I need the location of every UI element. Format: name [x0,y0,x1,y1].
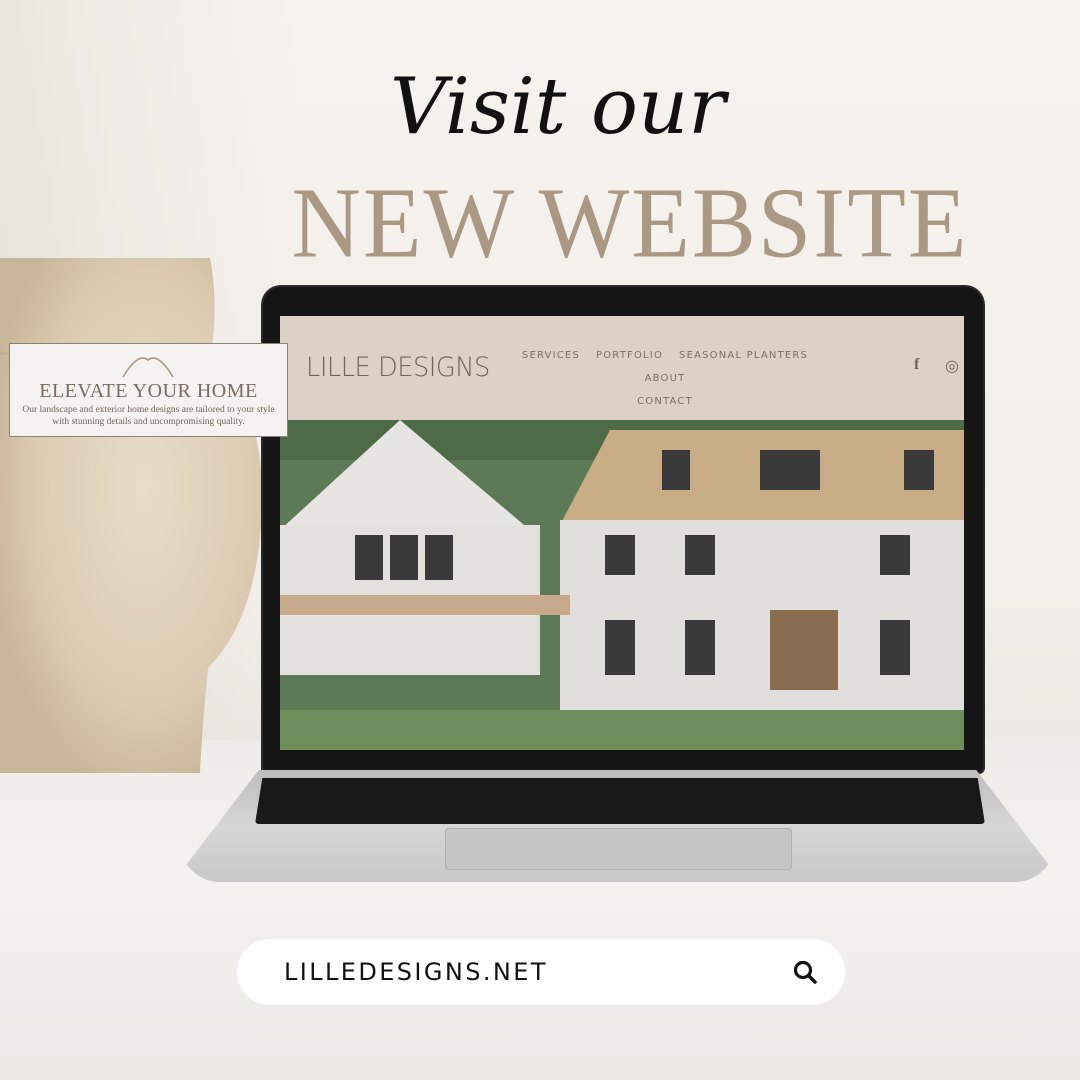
nav-portfolio[interactable]: PORTFOLIO [596,350,663,361]
laurel-icon [122,357,174,378]
laptop-trackpad [445,828,792,870]
website-screen: LILLE DESIGNS SERVICES PORTFOLIO SEASONA… [280,316,964,750]
nav-seasonal-planters[interactable]: SEASONAL PLANTERS [679,350,808,361]
hero-card-title: ELEVATE YOUR HOME [39,380,258,402]
url-search-bar[interactable]: LILLEDESIGNS.NET [237,939,845,1005]
website-logo[interactable]: LILLE DESIGNS [306,352,490,383]
script-heading-text: Visit our [390,62,730,152]
nav-about[interactable]: ABOUT [645,373,686,384]
website-header: LILLE DESIGNS SERVICES PORTFOLIO SEASONA… [280,316,964,420]
instagram-icon[interactable]: ◎ [945,356,959,376]
facebook-icon[interactable]: f [914,356,919,374]
laptop-keyboard [255,778,985,824]
website-nav: SERVICES PORTFOLIO SEASONAL PLANTERS ABO… [500,344,830,413]
vase-image [0,258,263,773]
nav-services[interactable]: SERVICES [522,350,580,361]
headline: NEW WEBSITE [291,166,969,279]
hero-card-text: Our landscape and exterior home designs … [22,405,275,427]
search-icon[interactable] [792,959,818,985]
nav-contact[interactable]: CONTACT [637,396,693,407]
search-input[interactable]: LILLEDESIGNS.NET [284,958,548,986]
hero-card: ELEVATE YOUR HOME Our landscape and exte… [9,343,288,437]
hero-house-image [280,420,964,750]
